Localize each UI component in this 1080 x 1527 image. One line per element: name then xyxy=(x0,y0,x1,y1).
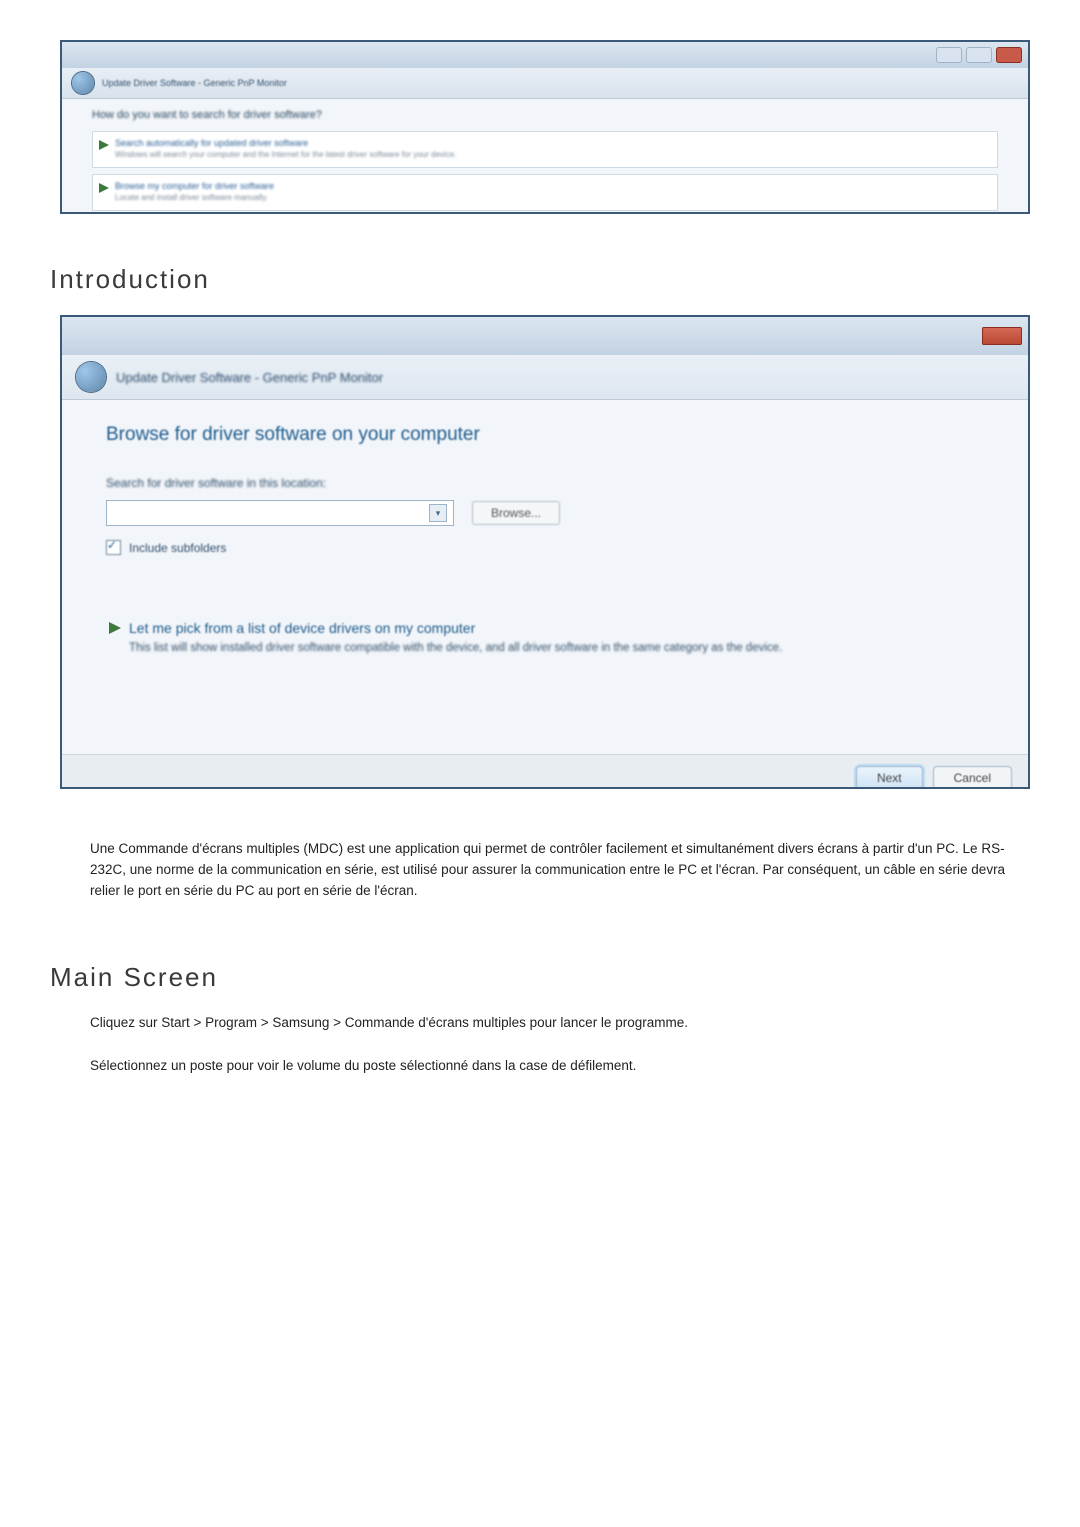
back-icon xyxy=(76,362,106,392)
introduction-paragraph: Une Commande d'écrans multiples (MDC) es… xyxy=(90,839,1030,902)
checkbox-label: Include subfolders xyxy=(129,541,226,555)
main-screen-paragraph-1: Cliquez sur Start > Program > Samsung > … xyxy=(90,1013,1030,1034)
minimize-icon xyxy=(936,47,962,63)
option-pick-from-list: Let me pick from a list of device driver… xyxy=(106,615,984,666)
option-desc: This list will show installed driver sof… xyxy=(129,640,973,657)
option-search-automatically: Search automatically for updated driver … xyxy=(92,131,998,168)
titlebar xyxy=(62,42,1028,68)
dialog-breadcrumb: Update Driver Software - Generic PnP Mon… xyxy=(102,78,287,88)
cancel-button: Cancel xyxy=(933,766,1012,789)
introduction-heading: Introduction xyxy=(50,264,1080,295)
back-icon xyxy=(72,72,94,94)
dialog-heading: Browse for driver software on your compu… xyxy=(106,424,984,446)
main-screen-paragraph-2: Sélectionnez un poste pour voir le volum… xyxy=(90,1056,1030,1077)
browse-driver-dialog-screenshot: Update Driver Software - Generic PnP Mon… xyxy=(60,315,1030,789)
nav-row: Update Driver Software - Generic PnP Mon… xyxy=(62,355,1028,400)
option-browse-computer: Browse my computer for driver software L… xyxy=(92,174,998,211)
dialog-breadcrumb: Update Driver Software - Generic PnP Mon… xyxy=(116,370,383,385)
option-desc: Locate and install driver software manua… xyxy=(115,193,987,202)
browse-button: Browse... xyxy=(472,501,560,525)
close-icon xyxy=(996,47,1022,63)
option-title: Browse my computer for driver software xyxy=(115,181,987,191)
maximize-icon xyxy=(966,47,992,63)
checkbox-checked-icon xyxy=(106,540,121,555)
dialog-question: How do you want to search for driver sof… xyxy=(92,109,998,121)
driver-search-dialog-screenshot: Update Driver Software - Generic PnP Mon… xyxy=(60,40,1030,214)
option-desc: Windows will search your computer and th… xyxy=(115,150,987,159)
next-button: Next xyxy=(856,766,923,789)
nav-row: Update Driver Software - Generic PnP Mon… xyxy=(62,68,1028,99)
main-screen-heading: Main Screen xyxy=(50,962,1080,993)
titlebar xyxy=(62,317,1028,355)
path-label: Search for driver software in this locat… xyxy=(106,476,984,490)
option-title: Search automatically for updated driver … xyxy=(115,138,987,148)
dropdown-arrow-icon: ▾ xyxy=(429,504,447,522)
close-icon xyxy=(982,327,1022,345)
include-subfolders-checkbox: Include subfolders xyxy=(106,540,984,555)
option-title: Let me pick from a list of device driver… xyxy=(129,620,973,636)
path-input: ▾ xyxy=(106,500,454,526)
